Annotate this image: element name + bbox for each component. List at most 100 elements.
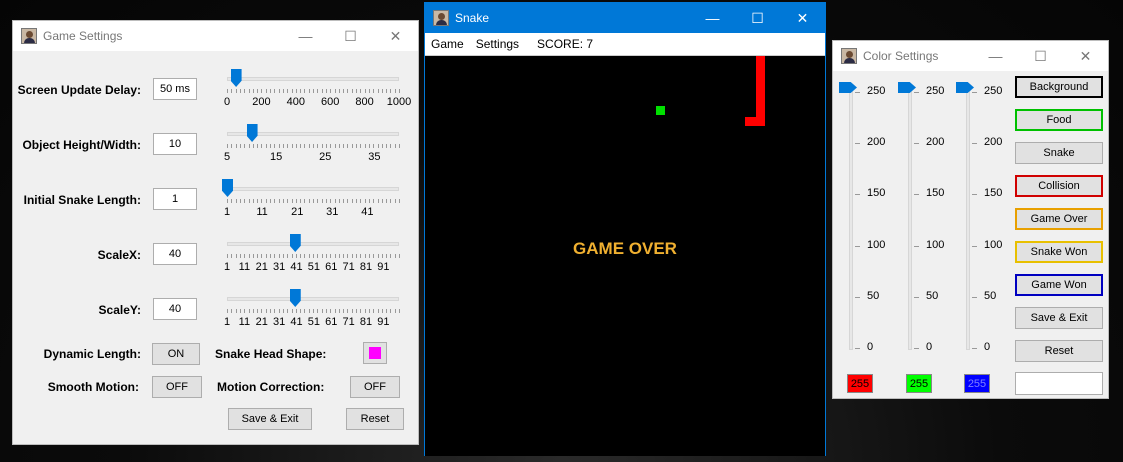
slider-tick-label: 71 bbox=[342, 261, 355, 273]
slider-tick-mark bbox=[231, 254, 233, 258]
slider-tick-mark bbox=[282, 89, 284, 93]
slider-tick-mark bbox=[239, 199, 241, 203]
setting-value-field[interactable]: 40 bbox=[153, 298, 197, 320]
color-channel-slider-track[interactable] bbox=[908, 88, 912, 350]
setting-value-field[interactable]: 50 ms bbox=[153, 78, 197, 100]
slider-tick-mark bbox=[334, 144, 336, 148]
slider-tick-mark bbox=[265, 89, 267, 93]
setting-value-field[interactable]: 1 bbox=[153, 188, 197, 210]
slider-tick-label: 11 bbox=[238, 316, 251, 328]
slider-tick-label: 35 bbox=[368, 151, 381, 163]
setting-value-field[interactable]: 40 bbox=[153, 243, 197, 265]
close-icon[interactable]: ✕ bbox=[1063, 41, 1108, 71]
slider-tick-mark bbox=[274, 89, 276, 93]
maximize-icon[interactable]: ☐ bbox=[1018, 41, 1063, 71]
setting-label: Object Height/Width: bbox=[22, 138, 141, 152]
setting-label: ScaleX: bbox=[97, 248, 141, 262]
slider-tick-mark bbox=[386, 199, 388, 203]
slider-tick-mark bbox=[300, 89, 302, 93]
slider-tick-mark bbox=[364, 89, 366, 93]
color-target-button-game-over[interactable]: Game Over bbox=[1015, 208, 1103, 230]
color-scale-tick bbox=[855, 296, 860, 298]
minimize-icon[interactable]: — bbox=[973, 41, 1018, 71]
smooth-motion-toggle[interactable]: OFF bbox=[152, 376, 202, 398]
snake-head-shape-label: Snake Head Shape: bbox=[215, 347, 327, 361]
slider-tick-mark bbox=[308, 89, 310, 93]
setting-slider-track[interactable] bbox=[227, 242, 399, 246]
game-canvas: GAME OVER bbox=[425, 56, 825, 456]
color-settings-titlebar[interactable]: Color Settings — ☐ ✕ bbox=[833, 41, 1108, 71]
color-target-button-snake[interactable]: Snake bbox=[1015, 142, 1103, 164]
color-target-button-save-exit[interactable]: Save & Exit bbox=[1015, 307, 1103, 329]
close-icon[interactable]: ✕ bbox=[373, 21, 418, 51]
slider-tick-mark bbox=[274, 199, 276, 203]
color-scale-tick bbox=[972, 245, 977, 247]
slider-tick-mark bbox=[351, 309, 353, 313]
close-icon[interactable]: ✕ bbox=[780, 3, 825, 33]
slider-tick-label: 41 bbox=[290, 261, 303, 273]
color-scale-tick bbox=[914, 194, 919, 196]
slider-tick-mark bbox=[313, 199, 314, 203]
reset-button[interactable]: Reset bbox=[346, 408, 404, 430]
setting-slider-track[interactable] bbox=[227, 77, 399, 81]
color-target-button-reset[interactable]: Reset bbox=[1015, 340, 1103, 362]
color-scale-tick bbox=[855, 194, 860, 196]
color-scale-label: 150 bbox=[926, 187, 945, 200]
slider-tick-mark bbox=[373, 254, 375, 258]
slider-tick-mark bbox=[364, 144, 366, 148]
menu-settings[interactable]: Settings bbox=[476, 37, 519, 51]
snake-titlebar[interactable]: Snake — ☐ ✕ bbox=[425, 3, 825, 33]
slider-tick-label: 81 bbox=[359, 261, 373, 273]
slider-tick-mark bbox=[321, 254, 323, 258]
app-avatar-icon bbox=[841, 48, 857, 64]
slider-tick-mark bbox=[351, 254, 353, 258]
color-target-button-food[interactable]: Food bbox=[1015, 109, 1103, 131]
slider-tick-mark bbox=[282, 254, 284, 258]
color-target-button-collision[interactable]: Collision bbox=[1015, 175, 1103, 197]
motion-correction-label: Motion Correction: bbox=[217, 380, 325, 394]
setting-slider-track[interactable] bbox=[227, 297, 399, 301]
slider-tick-mark bbox=[304, 144, 306, 148]
slider-tick-mark bbox=[300, 144, 302, 148]
minimize-icon[interactable]: — bbox=[283, 21, 328, 51]
slider-tick-mark bbox=[377, 254, 379, 258]
color-scale-tick bbox=[972, 143, 977, 145]
slider-tick-mark bbox=[304, 309, 306, 313]
snake-head-shape-button[interactable] bbox=[363, 342, 387, 364]
slider-tick-mark bbox=[265, 144, 267, 148]
slider-tick-label: 800 bbox=[355, 96, 374, 108]
setting-slider-thumb[interactable] bbox=[289, 234, 301, 252]
slider-tick-mark bbox=[295, 199, 297, 203]
menu-game[interactable]: Game bbox=[431, 37, 464, 51]
slider-tick-mark bbox=[270, 309, 271, 313]
slider-tick-mark bbox=[325, 144, 327, 148]
slider-tick-label: 21 bbox=[255, 316, 268, 328]
save-exit-button[interactable]: Save & Exit bbox=[228, 408, 312, 430]
slider-tick-mark bbox=[295, 309, 297, 313]
slider-tick-mark bbox=[325, 309, 327, 313]
minimize-icon[interactable]: — bbox=[690, 3, 735, 33]
color-channel-slider-track[interactable] bbox=[966, 88, 970, 350]
slider-tick-mark bbox=[317, 199, 319, 203]
setting-slider-thumb[interactable] bbox=[289, 289, 301, 307]
setting-slider-thumb[interactable] bbox=[246, 124, 258, 142]
color-target-button-game-won[interactable]: Game Won bbox=[1015, 274, 1103, 296]
motion-correction-toggle[interactable]: OFF bbox=[350, 376, 400, 398]
dynamic-length-toggle[interactable]: ON bbox=[152, 343, 200, 365]
slider-tick-mark bbox=[364, 199, 366, 203]
slider-tick-mark bbox=[360, 199, 362, 203]
setting-slider-thumb[interactable] bbox=[222, 179, 233, 197]
color-target-button-background[interactable]: Background bbox=[1015, 76, 1103, 98]
slider-tick-mark bbox=[368, 254, 370, 258]
maximize-icon[interactable]: ☐ bbox=[328, 21, 373, 51]
color-channel-slider-track[interactable] bbox=[849, 88, 853, 350]
slider-tick-mark bbox=[347, 144, 349, 148]
maximize-icon[interactable]: ☐ bbox=[735, 3, 780, 33]
game-settings-titlebar[interactable]: Game Settings — ☐ ✕ bbox=[13, 21, 418, 51]
slider-tick-mark bbox=[386, 309, 388, 313]
setting-value-field[interactable]: 10 bbox=[153, 133, 197, 155]
color-target-button-snake-won[interactable]: Snake Won bbox=[1015, 241, 1103, 263]
slider-tick-mark bbox=[360, 89, 362, 93]
setting-slider-thumb[interactable] bbox=[230, 69, 242, 87]
setting-slider-track[interactable] bbox=[227, 187, 399, 191]
